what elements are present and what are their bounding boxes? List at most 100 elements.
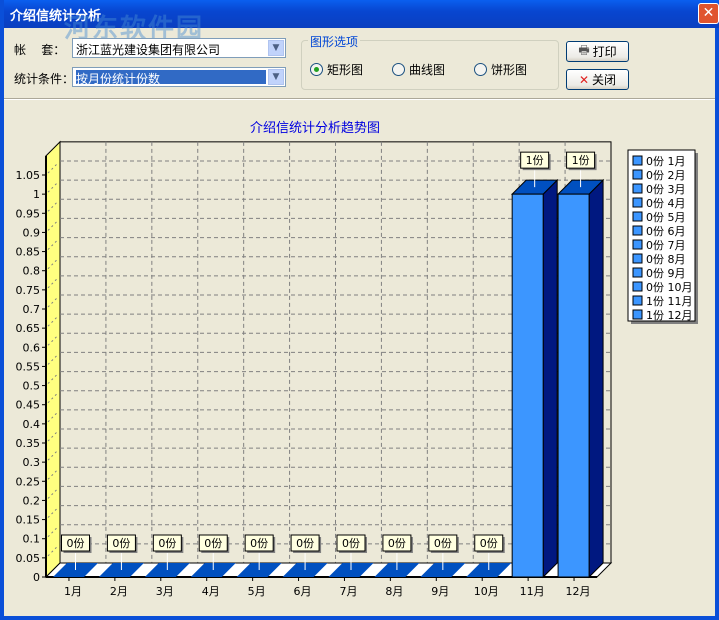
trend-chart: 介绍信统计分析趋势图 0 0.05 0.1 0.15 0.2 0.25 0.3 0.35 0.4… [16,120,698,598]
legend-swatch [632,183,643,194]
y-tick-label: 1 [33,188,40,201]
data-label: 0份 [250,537,268,550]
bar-side [588,178,604,579]
chart-options-group: 图形选项 矩形图 曲线图 饼形图 [301,33,559,90]
bar [557,193,590,578]
radio-label: 曲线图 [409,63,446,77]
close-window-button[interactable]: ✕ [698,3,719,24]
legend-item: 1份 12月 [646,309,693,322]
y-tick-label: 0.35 [16,437,41,450]
legend-swatch [632,155,643,166]
legend-item: 0份 2月 [646,169,686,182]
x-tick-label: 12月 [566,585,591,598]
data-label: 0份 [342,537,360,550]
x-tick-label: 3月 [156,585,174,598]
radio-circle[interactable] [310,63,323,76]
legend-item: 1份 11月 [646,295,693,308]
legend-swatch [632,197,643,208]
radio-label: 矩形图 [327,63,364,77]
radio-line-chart[interactable]: 曲线图 [392,61,445,78]
y-tick-label: 0.2 [23,494,41,507]
condition-value: 按月份统计份数 [76,70,266,86]
x-tick-label: 7月 [339,585,357,598]
legend-item: 0份 5月 [646,211,686,224]
chevron-down-icon[interactable]: ▼ [268,40,284,56]
account-label: 帐 套： [14,43,66,57]
y-tick-label: 0.3 [23,456,41,469]
print-label: 打印 [592,45,617,59]
legend-swatch [632,295,643,306]
legend-swatch [632,281,643,292]
legend-swatch [632,239,643,250]
data-label: 0份 [434,537,452,550]
data-label: 1份 [572,154,590,167]
legend-swatch [632,169,643,180]
x-tick-label: 4月 [202,585,220,598]
y-tick-label: 0.05 [16,552,41,565]
y-tick-label: 0.25 [16,475,41,488]
x-tick-label: 5月 [248,585,266,598]
x-tick-label: 6月 [294,585,312,598]
account-select[interactable]: 浙江蓝光建设集团有限公司 ▼ [72,38,286,58]
y-tick-label: 0.65 [16,322,41,335]
legend-item: 0份 8月 [646,253,686,266]
y-tick-label: 0.15 [16,514,41,527]
radio-circle[interactable] [392,63,405,76]
legend-swatch [632,253,643,264]
bar [511,193,544,578]
x-tick-label: 10月 [474,585,499,598]
data-label: 0份 [67,537,85,550]
data-label: 0份 [158,537,176,550]
legend-item: 0份 1月 [646,155,686,168]
y-tick-label: 0.1 [23,533,41,546]
x-tick-label: 2月 [110,585,128,598]
x-tick-label: 11月 [520,585,545,598]
legend-item: 0份 6月 [646,225,686,238]
data-label: 0份 [480,537,498,550]
legend-item: 0份 3月 [646,183,686,196]
legend-swatch [632,225,643,236]
printer-icon: 🖶 [578,43,590,57]
data-label: 0份 [388,537,406,550]
close-label: 关闭 [592,73,617,87]
legend-swatch [632,211,643,222]
left-wall [45,140,61,579]
legend-swatch [632,267,643,278]
y-tick-label: 0.9 [23,226,41,239]
legend-item: 0份 7月 [646,239,686,252]
condition-select[interactable]: 按月份统计份数 ▼ [72,67,286,87]
divider [4,98,715,100]
y-tick-label: 0.45 [16,399,41,412]
chart-title: 介绍信统计分析趋势图 [250,120,380,136]
dialog-window: 介绍信统计分析 ✕ 河东软件园 帐 套： 浙江蓝光建设集团有限公司 ▼ 统计条件… [0,0,719,620]
account-value: 浙江蓝光建设集团有限公司 [76,43,221,57]
y-tick-label: 0.95 [16,207,41,220]
chevron-down-icon[interactable]: ▼ [268,69,284,85]
y-tick-label: 0.8 [23,265,41,278]
data-label: 1份 [526,154,544,167]
legend-item: 0份 9月 [646,267,686,280]
y-tick-label: 0.7 [23,303,41,316]
y-tick-label: 0.85 [16,246,41,259]
y-tick-label: 0.6 [23,341,41,354]
radio-pie-chart[interactable]: 饼形图 [474,61,527,78]
x-tick-label: 9月 [431,585,449,598]
data-label: 0份 [296,537,314,550]
y-tick-label: 0.5 [23,380,41,393]
close-button[interactable]: ✕ 关闭 [566,69,629,90]
legend-swatch [632,309,643,320]
y-tick-label: 1.05 [16,169,41,182]
radio-label: 饼形图 [491,63,528,77]
print-button[interactable]: 🖶 打印 [566,41,629,62]
radio-bar-chart[interactable]: 矩形图 [310,61,363,78]
y-tick-label: 0.4 [23,418,41,431]
data-label: 0份 [204,537,222,550]
legend-item: 0份 10月 [646,281,693,294]
y-tick-label: 0.55 [16,360,41,373]
x-tick-label: 8月 [385,585,403,598]
condition-label: 统计条件： [14,72,75,86]
radio-circle[interactable] [474,63,487,76]
bar-side [542,178,558,579]
y-tick-label: 0 [33,571,40,584]
close-icon: ✕ [578,72,590,87]
